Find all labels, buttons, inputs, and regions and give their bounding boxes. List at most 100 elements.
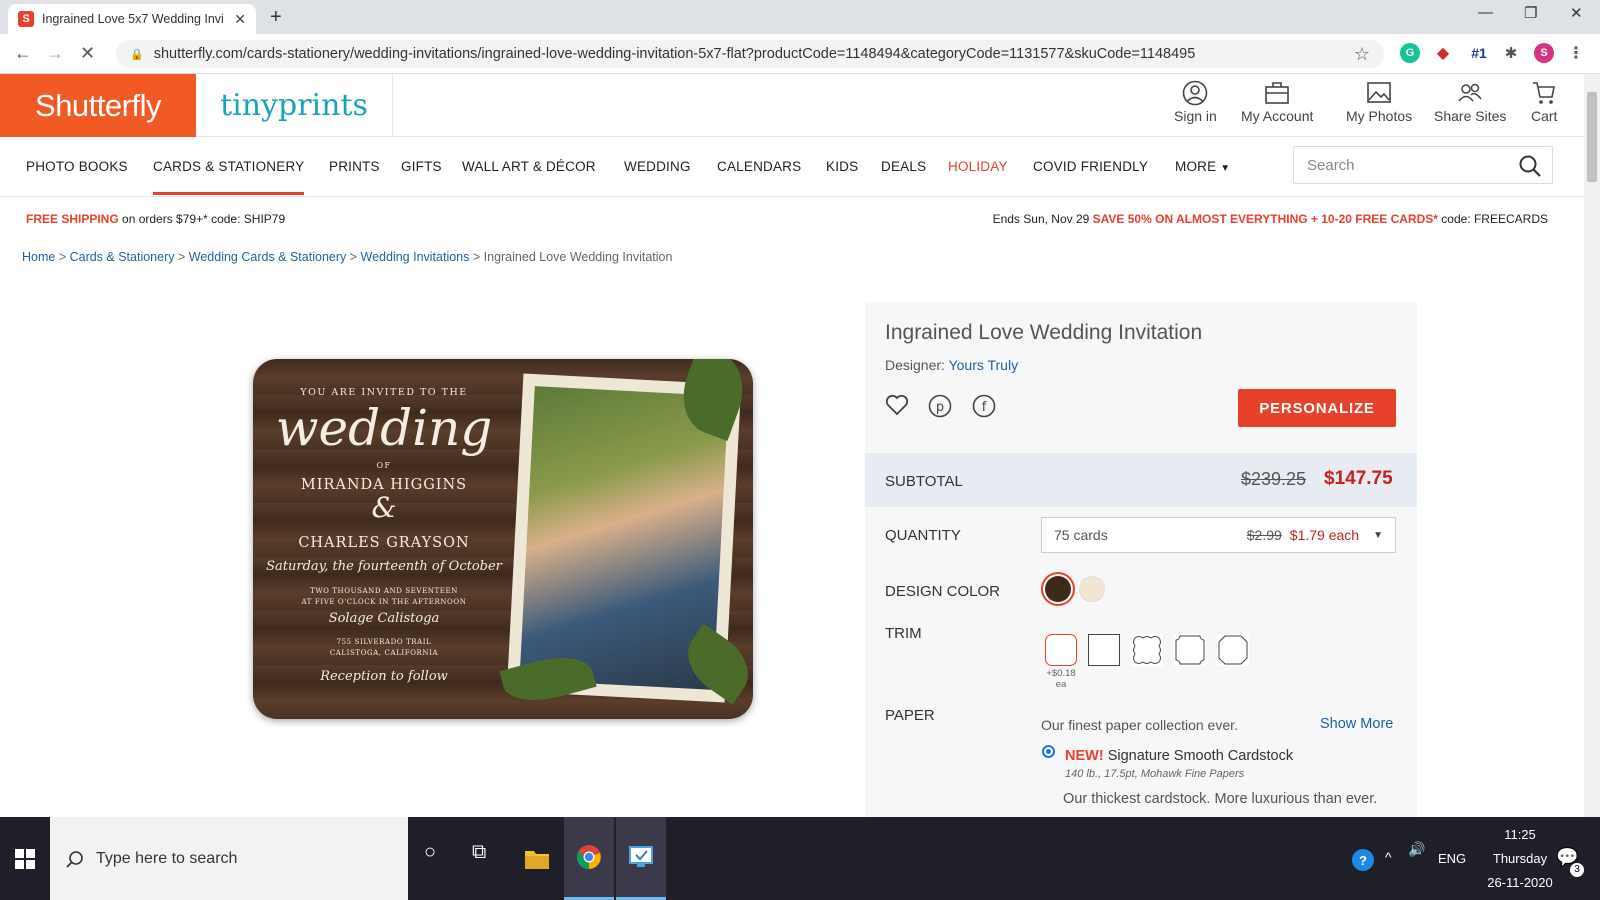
share-sites-link[interactable]: Share Sites xyxy=(1434,80,1506,124)
window-close-icon[interactable]: ✕ xyxy=(1570,4,1583,22)
taskbar-search-input[interactable]: Type here to search xyxy=(50,817,408,900)
address-line-2: CALISTOGA, CALIFORNIA xyxy=(329,649,439,657)
trim-ticket[interactable] xyxy=(1174,634,1206,666)
nav-gifts[interactable]: GIFTS xyxy=(401,159,442,174)
share-sites-label: Share Sites xyxy=(1434,108,1507,124)
breadcrumb-wedding-invitations[interactable]: Wedding Invitations xyxy=(361,250,470,264)
volume-icon[interactable]: 🔊 xyxy=(1408,841,1425,858)
show-more-link[interactable]: Show More xyxy=(1320,716,1393,732)
page-scrollbar[interactable] xyxy=(1584,74,1600,817)
maximize-icon[interactable]: ❐ xyxy=(1524,4,1537,22)
lock-icon: 🔒 xyxy=(130,48,144,61)
tray-expand-icon[interactable]: ^ xyxy=(1385,849,1392,865)
minimize-icon[interactable]: — xyxy=(1478,4,1493,21)
nav-deals[interactable]: DEALS xyxy=(881,159,926,174)
clock-time[interactable]: 11:25 xyxy=(1490,827,1550,842)
nav-prints[interactable]: PRINTS xyxy=(329,159,380,174)
paper-name-text: Signature Smooth Cardstock xyxy=(1103,748,1294,764)
color-swatch-brown[interactable] xyxy=(1045,576,1071,602)
chrome-app[interactable] xyxy=(564,817,614,900)
browser-tab[interactable]: S Ingrained Love 5x7 Wedding Invi ✕ xyxy=(8,4,256,34)
file-explorer-app[interactable] xyxy=(512,817,562,900)
search-icon[interactable] xyxy=(1518,154,1542,178)
breadcrumb: Home > Cards & Stationery > Wedding Card… xyxy=(22,250,672,264)
paper-option-name[interactable]: NEW! Signature Smooth Cardstock xyxy=(1065,748,1293,764)
trim-scallop[interactable] xyxy=(1131,634,1163,666)
nav-holiday[interactable]: HOLIDAY xyxy=(948,159,1008,174)
sale-promo[interactable]: Ends Sun, Nov 29 SAVE 50% ON ALMOST EVER… xyxy=(993,212,1548,226)
notification-count-badge: 3 xyxy=(1570,863,1584,877)
site-search-input[interactable]: Search xyxy=(1293,146,1553,184)
new-tab-icon[interactable]: + xyxy=(270,6,282,29)
designer-line: Designer: Yours Truly xyxy=(885,357,1018,373)
sign-in-link[interactable]: Sign in xyxy=(1174,80,1217,124)
bookmark-star-icon[interactable]: ☆ xyxy=(1354,44,1370,65)
start-button[interactable] xyxy=(0,817,50,900)
tab-title: Ingrained Love 5x7 Wedding Invi xyxy=(42,12,224,26)
quantity-select[interactable]: 75 cards $2.99 $1.79 each ▼ xyxy=(1041,517,1396,553)
address-bar[interactable]: 🔒 shutterfly.com/cards-stationery/weddin… xyxy=(116,40,1384,68)
subtotal-original-price: $239.25 xyxy=(1241,469,1307,489)
subtotal-label: SUBTOTAL xyxy=(885,473,963,490)
clock-day[interactable]: Thursday xyxy=(1475,851,1565,866)
personalize-button[interactable]: PERSONALIZE xyxy=(1238,389,1396,427)
invited-line: YOU ARE INVITED TO THE xyxy=(300,387,468,398)
new-tag: NEW! xyxy=(1065,748,1104,764)
trim-rounded[interactable] xyxy=(1045,634,1077,666)
snipping-tool-app[interactable] xyxy=(616,817,666,900)
nav-wall-art[interactable]: WALL ART & DÉCOR xyxy=(462,159,596,174)
nav-kids[interactable]: KIDS xyxy=(826,159,858,174)
browser-menu-icon[interactable]: ⋮ xyxy=(1566,43,1586,63)
grammarly-extension-icon[interactable]: G xyxy=(1400,43,1420,63)
nav-calendars[interactable]: CALENDARS xyxy=(717,159,801,174)
my-account-link[interactable]: My Account xyxy=(1241,80,1313,124)
nav-covid-friendly[interactable]: COVID FRIENDLY xyxy=(1033,159,1148,174)
breadcrumb-home[interactable]: Home xyxy=(22,250,55,264)
extensions-puzzle-icon[interactable]: ✱ xyxy=(1501,43,1521,63)
profile-avatar[interactable]: S xyxy=(1534,43,1554,63)
shutterfly-logo[interactable]: Shutterfly xyxy=(0,74,196,137)
paper-radio-selected[interactable] xyxy=(1042,745,1055,758)
paper-description: Our finest paper collection ever. xyxy=(1041,717,1238,733)
trim-deco[interactable] xyxy=(1217,634,1249,666)
breadcrumb-cards-stationery[interactable]: Cards & Stationery xyxy=(70,250,175,264)
my-photos-link[interactable]: My Photos xyxy=(1346,80,1412,124)
nav-wedding[interactable]: WEDDING xyxy=(624,159,691,174)
free-shipping-promo[interactable]: FREE SHIPPING on orders $79+* code: SHIP… xyxy=(26,212,285,226)
product-preview-image[interactable]: YOU ARE INVITED TO THE wedding OF MIRAND… xyxy=(253,359,753,719)
task-view-icon[interactable]: ⧉ xyxy=(472,841,486,864)
trim-label: TRIM xyxy=(885,625,922,642)
image-icon xyxy=(1367,82,1391,103)
nav-more-label: MORE xyxy=(1175,159,1217,174)
facebook-icon[interactable]: f xyxy=(972,394,996,418)
breadcrumb-wedding-cards[interactable]: Wedding Cards & Stationery xyxy=(189,250,347,264)
date-script: Saturday, the fourteenth of October xyxy=(266,559,502,574)
product-title: Ingrained Love Wedding Invitation xyxy=(885,321,1203,344)
nav-cards-stationery[interactable]: CARDS & STATIONERY xyxy=(153,159,305,195)
tinyprints-logo[interactable]: tinyprints xyxy=(196,74,393,137)
cortana-icon[interactable]: ○ xyxy=(424,841,436,864)
help-icon[interactable]: ? xyxy=(1352,849,1374,871)
extension-diamond-icon[interactable]: ◆ xyxy=(1433,43,1453,63)
trim-square[interactable] xyxy=(1088,634,1120,666)
cart-link[interactable]: Cart xyxy=(1531,80,1557,124)
year-line: TWO THOUSAND AND SEVENTEEN xyxy=(310,587,458,595)
url-text: shutterfly.com/cards-stationery/wedding-… xyxy=(153,46,1196,62)
free-shipping-label: FREE SHIPPING xyxy=(26,212,119,226)
pinterest-icon[interactable]: p xyxy=(928,394,952,418)
heart-icon[interactable] xyxy=(885,394,909,416)
color-swatch-cream[interactable] xyxy=(1079,576,1105,602)
paper-long-description: Our thickest cardstock. More luxurious t… xyxy=(1063,791,1378,807)
clock-date[interactable]: 26-11-2020 xyxy=(1470,875,1570,890)
designer-link[interactable]: Yours Truly xyxy=(949,357,1019,373)
extension-badge[interactable]: #1 xyxy=(1466,43,1492,63)
stop-loading-icon[interactable]: ✕ xyxy=(80,43,95,64)
language-indicator[interactable]: ENG xyxy=(1438,851,1466,866)
tab-close-icon[interactable]: ✕ xyxy=(234,11,246,28)
scrollbar-thumb[interactable] xyxy=(1587,92,1597,182)
forward-icon[interactable]: → xyxy=(46,43,64,64)
nav-more[interactable]: MORE ▼ xyxy=(1175,159,1230,174)
back-icon[interactable]: ← xyxy=(14,43,32,64)
nav-photo-books[interactable]: PHOTO BOOKS xyxy=(26,159,128,174)
briefcase-icon xyxy=(1265,82,1289,104)
